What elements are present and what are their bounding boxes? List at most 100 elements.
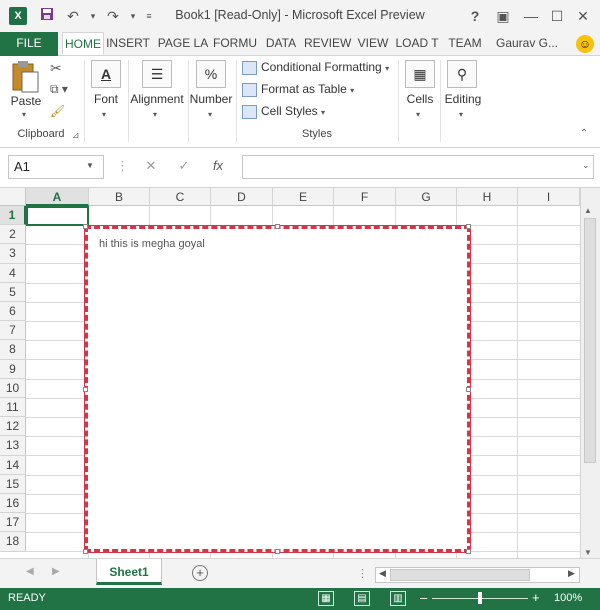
tab-page-layout[interactable]: PAGE LA bbox=[156, 32, 210, 55]
undo-icon[interactable]: ↶ bbox=[64, 7, 82, 25]
alignment-dropdown-icon[interactable]: ▾ bbox=[153, 110, 157, 119]
row-header-11[interactable]: 11 bbox=[0, 398, 26, 418]
collapse-ribbon-icon[interactable]: ⌃ bbox=[580, 128, 588, 139]
row-header-3[interactable]: 3 bbox=[0, 244, 26, 264]
tab-file[interactable]: FILE bbox=[0, 32, 58, 56]
column-header-a[interactable]: A bbox=[26, 188, 89, 206]
cut-icon[interactable]: ✂ bbox=[50, 60, 66, 76]
text-box-content[interactable]: hi this is megha goyal bbox=[99, 238, 205, 250]
resize-handle-bottom[interactable] bbox=[275, 549, 280, 554]
enter-icon[interactable]: ✓ bbox=[176, 158, 192, 174]
format-painter-icon[interactable]: 🖌 bbox=[50, 104, 66, 120]
scroll-left-icon[interactable]: ◀ bbox=[379, 568, 386, 579]
row-header-17[interactable]: 17 bbox=[0, 513, 26, 533]
scrollbar-splitter-icon[interactable]: ⋮ bbox=[357, 567, 368, 580]
normal-view-icon[interactable]: ▦ bbox=[318, 591, 334, 606]
customize-toolbar-icon[interactable]: ≡ bbox=[140, 7, 158, 25]
row-header-2[interactable]: 2 bbox=[0, 225, 26, 245]
scroll-sheets-left-icon[interactable]: ◀ bbox=[26, 566, 34, 577]
zoom-level[interactable]: 100% bbox=[554, 592, 582, 604]
clipboard-launcher-icon[interactable]: ⊿ bbox=[72, 130, 80, 141]
expand-formula-bar-icon[interactable]: ⌄ bbox=[582, 160, 590, 171]
cells-icon[interactable]: ▦ bbox=[405, 60, 435, 88]
user-account[interactable]: Gaurav G... bbox=[494, 32, 560, 55]
cells-dropdown-icon[interactable]: ▾ bbox=[416, 110, 420, 119]
conditional-formatting-button[interactable]: Conditional Formatting ▾ bbox=[242, 60, 389, 80]
row-header-9[interactable]: 9 bbox=[0, 359, 26, 379]
column-header-i[interactable]: I bbox=[518, 188, 580, 206]
copy-icon[interactable]: ⧉ ▾ bbox=[50, 82, 72, 98]
cells-button[interactable]: Cells bbox=[400, 92, 440, 106]
number-button[interactable]: Number bbox=[188, 92, 234, 106]
active-cell-a1[interactable] bbox=[26, 206, 89, 226]
help-button[interactable]: ? bbox=[466, 7, 484, 25]
column-header-f[interactable]: F bbox=[334, 188, 396, 206]
find-binoculars-icon[interactable]: ⚲ bbox=[447, 60, 477, 88]
zoom-out-icon[interactable]: – bbox=[420, 590, 427, 605]
tab-view[interactable]: VIEW bbox=[356, 32, 390, 55]
font-button[interactable]: Font bbox=[86, 92, 126, 106]
tab-data[interactable]: DATA bbox=[262, 32, 300, 55]
undo-dropdown-icon[interactable]: ▾ bbox=[84, 7, 102, 25]
new-sheet-button[interactable]: + bbox=[192, 565, 208, 581]
column-header-d[interactable]: D bbox=[211, 188, 273, 206]
font-dropdown-icon[interactable]: ▾ bbox=[102, 110, 106, 119]
paste-dropdown-icon[interactable]: ▾ bbox=[22, 110, 26, 119]
row-header-7[interactable]: 7 bbox=[0, 321, 26, 341]
row-header-12[interactable]: 12 bbox=[0, 417, 26, 437]
scroll-up-icon[interactable]: ▲ bbox=[584, 206, 592, 215]
formula-input[interactable] bbox=[242, 155, 594, 179]
paste-button[interactable]: Paste bbox=[8, 94, 44, 108]
close-button[interactable]: ✕ bbox=[574, 7, 592, 25]
sheet-tab-sheet1[interactable]: Sheet1 bbox=[96, 559, 162, 585]
resize-handle-bottom-left[interactable] bbox=[83, 549, 88, 554]
number-dropdown-icon[interactable]: ▾ bbox=[208, 110, 212, 119]
resize-handle-top[interactable] bbox=[275, 224, 280, 229]
row-header-16[interactable]: 16 bbox=[0, 494, 26, 514]
resize-handle-left[interactable] bbox=[83, 387, 88, 392]
percent-icon[interactable]: % bbox=[196, 60, 226, 88]
tab-insert[interactable]: INSERT bbox=[106, 32, 150, 55]
clipboard-icon[interactable] bbox=[10, 60, 44, 96]
maximize-button[interactable]: ☐ bbox=[548, 7, 566, 25]
minimize-button[interactable]: — bbox=[522, 7, 540, 25]
scroll-down-icon[interactable]: ▼ bbox=[584, 548, 592, 557]
row-header-5[interactable]: 5 bbox=[0, 282, 26, 302]
row-header-18[interactable]: 18 bbox=[0, 532, 26, 552]
row-header-6[interactable]: 6 bbox=[0, 302, 26, 322]
format-as-table-button[interactable]: Format as Table ▾ bbox=[242, 82, 354, 102]
row-header-8[interactable]: 8 bbox=[0, 340, 26, 360]
row-header-10[interactable]: 10 bbox=[0, 378, 26, 398]
worksheet-grid[interactable]: ABCDEFGHI 1 2 3 4 5 6 7 8 9 10 11 12 13 14 15 16 17 18 hi… bbox=[0, 188, 600, 558]
column-header-h[interactable]: H bbox=[457, 188, 518, 206]
column-header-e[interactable]: E bbox=[273, 188, 334, 206]
column-header-c[interactable]: C bbox=[150, 188, 211, 206]
insert-function-button[interactable]: fx bbox=[210, 158, 226, 173]
resize-handle-bottom-right[interactable] bbox=[466, 549, 471, 554]
save-icon[interactable] bbox=[38, 7, 56, 25]
redo-icon[interactable]: ↷ bbox=[104, 7, 122, 25]
cancel-icon[interactable]: ✕ bbox=[143, 158, 159, 174]
ribbon-display-options-button[interactable]: ▣ bbox=[494, 7, 512, 25]
zoom-slider-thumb[interactable] bbox=[478, 592, 482, 604]
row-header-1[interactable]: 1 bbox=[0, 206, 26, 226]
editing-dropdown-icon[interactable]: ▾ bbox=[459, 110, 463, 119]
tab-team[interactable]: TEAM bbox=[446, 32, 484, 55]
page-layout-view-icon[interactable]: ▤ bbox=[354, 591, 370, 606]
text-box[interactable]: hi this is megha goyal bbox=[84, 225, 471, 553]
cell-styles-button[interactable]: Cell Styles ▾ bbox=[242, 104, 325, 124]
resize-handle-top-right[interactable] bbox=[466, 224, 471, 229]
scroll-sheets-right-icon[interactable]: ▶ bbox=[52, 566, 60, 577]
row-header-4[interactable]: 4 bbox=[0, 263, 26, 283]
page-break-view-icon[interactable]: ▥ bbox=[390, 591, 406, 606]
column-header-b[interactable]: B bbox=[89, 188, 150, 206]
select-all-corner[interactable] bbox=[0, 188, 26, 206]
row-header-13[interactable]: 13 bbox=[0, 436, 26, 456]
tab-formulas[interactable]: FORMU bbox=[212, 32, 258, 55]
alignment-button[interactable]: Alignment bbox=[128, 92, 186, 106]
zoom-in-icon[interactable]: + bbox=[532, 590, 540, 605]
tab-load-test[interactable]: LOAD T bbox=[394, 32, 440, 55]
column-header-g[interactable]: G bbox=[396, 188, 457, 206]
alignment-icon[interactable]: ☰ bbox=[142, 60, 172, 88]
row-header-15[interactable]: 15 bbox=[0, 474, 26, 494]
